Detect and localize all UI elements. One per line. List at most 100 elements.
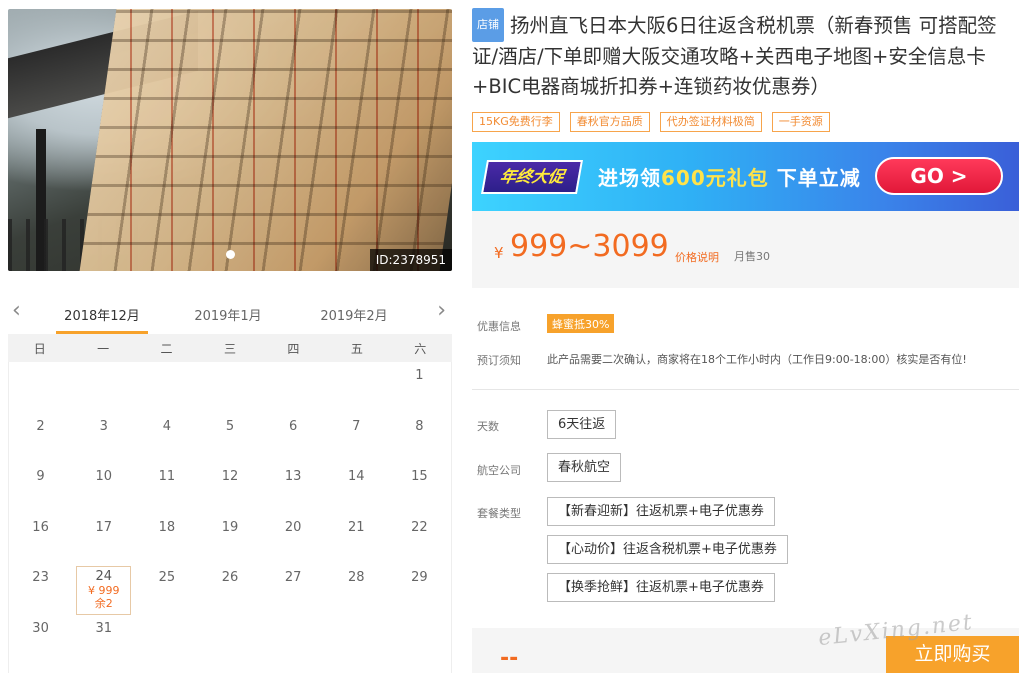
notice-label: 预订须知 bbox=[477, 354, 521, 367]
calendar-day[interactable]: 17 bbox=[72, 514, 135, 565]
weekday-label: 日 bbox=[33, 341, 46, 356]
product-title: 店铺 扬州直飞日本大阪6日往返含税机票（新春预售 可搭配签证/酒店/下单即赠大阪交… bbox=[472, 8, 1017, 102]
calendar-day bbox=[9, 362, 72, 413]
banner-badge: 年终大促 bbox=[481, 160, 583, 194]
day-stock: 余2 bbox=[94, 597, 113, 610]
product-image[interactable]: ID:2378951 bbox=[8, 9, 452, 271]
calendar-day[interactable]: 22 bbox=[388, 514, 451, 565]
day-number: 24 bbox=[95, 569, 112, 584]
days-label: 天数 bbox=[477, 420, 499, 433]
option-package[interactable]: 【心动价】往返含税机票+电子优惠券 bbox=[547, 535, 788, 564]
shop-tag[interactable]: 店铺 bbox=[472, 8, 504, 42]
calendar-day[interactable]: 11 bbox=[135, 463, 198, 514]
tab-month-1[interactable]: 2018年12月 bbox=[56, 305, 148, 334]
calendar-day[interactable]: 21 bbox=[325, 514, 388, 565]
divider bbox=[472, 389, 1019, 390]
calendar-day[interactable]: 31 bbox=[72, 615, 135, 666]
calendar-day[interactable]: 10 bbox=[72, 463, 135, 514]
calendar-day[interactable]: 25 bbox=[135, 564, 198, 615]
banner-message: 进场领600元礼包 下单立减 bbox=[598, 162, 861, 191]
option-package[interactable]: 【新春迎新】往返机票+电子优惠券 bbox=[547, 497, 775, 526]
calendar-day[interactable]: 26 bbox=[198, 564, 261, 615]
calendar-day[interactable]: 20 bbox=[262, 514, 325, 565]
weekday-label: 六 bbox=[414, 341, 427, 356]
weekday-header: 日一二三四五六 bbox=[8, 334, 452, 362]
weekday-label: 五 bbox=[350, 341, 363, 356]
price-value: 999~3099 bbox=[510, 229, 669, 264]
weekday-label: 四 bbox=[287, 341, 300, 356]
prev-month-icon[interactable]: ‹ bbox=[12, 300, 21, 322]
weekday-label: 三 bbox=[223, 341, 236, 356]
calendar-day bbox=[198, 362, 261, 413]
calendar-day[interactable]: 30 bbox=[9, 615, 72, 666]
calendar-day[interactable]: 14 bbox=[325, 463, 388, 514]
calendar-day[interactable]: 18 bbox=[135, 514, 198, 565]
promo-label: 优惠信息 bbox=[477, 320, 521, 333]
option-days[interactable]: 6天往返 bbox=[547, 410, 617, 439]
calendar-day[interactable]: 8 bbox=[388, 413, 451, 464]
calendar-day[interactable]: 28 bbox=[325, 564, 388, 615]
calendar-day[interactable]: 2 bbox=[9, 413, 72, 464]
carousel-dot[interactable] bbox=[225, 250, 235, 259]
feature-tag: 一手资源 bbox=[771, 112, 830, 132]
promo-banner[interactable]: 年终大促 进场领600元礼包 下单立减 GO > bbox=[472, 142, 1019, 211]
banner-msg-post: 下单立减 bbox=[768, 166, 861, 190]
calendar-day[interactable]: 23 bbox=[9, 564, 72, 615]
package-label: 套餐类型 bbox=[477, 507, 521, 520]
airline-label: 航空公司 bbox=[477, 464, 521, 477]
calendar-day[interactable]: 1 bbox=[388, 362, 451, 413]
feature-tags: 15KG免费行李 春秋官方品质 代办签证材料极简 一手资源 bbox=[472, 112, 830, 132]
calendar-day bbox=[262, 615, 325, 666]
banner-msg-pre: 进场领 bbox=[598, 166, 661, 190]
tab-month-3[interactable]: 2019年2月 bbox=[308, 305, 400, 334]
calendar-day bbox=[325, 615, 388, 666]
promo-badge: 蜂蜜抵30% bbox=[547, 314, 615, 333]
banner-go-button[interactable]: GO > bbox=[875, 157, 1003, 195]
product-title-text: 扬州直飞日本大阪6日往返含税机票（新春预售 可搭配签证/酒店/下单即赠大阪交通攻… bbox=[472, 14, 997, 98]
booking-notice: 此产品需要二次确认，商家将在18个工作小时内（工作日9:00-18:00）核实是… bbox=[547, 353, 967, 366]
calendar-header: ‹ 2018年12月 2019年1月 2019年2月 › bbox=[8, 294, 452, 334]
calendar-day-available[interactable]: 24 ¥ 999 余2 bbox=[76, 566, 132, 615]
price-explain-link[interactable]: 价格说明 bbox=[675, 249, 719, 265]
calendar-day bbox=[388, 615, 451, 666]
calendar-day[interactable]: 13 bbox=[262, 463, 325, 514]
calendar-day[interactable]: 15 bbox=[388, 463, 451, 514]
calendar-day[interactable]: 9 bbox=[9, 463, 72, 514]
weekday-label: 二 bbox=[160, 341, 173, 356]
image-strings bbox=[108, 9, 448, 271]
calendar-day bbox=[135, 362, 198, 413]
next-month-icon[interactable]: › bbox=[437, 300, 446, 322]
weekday-label: 一 bbox=[97, 341, 110, 356]
calendar-grid: 1 2 3 4 5 6 7 8 9 10 11 12 13 14 15 16 17 18 19 20 21 22 23 24 ¥… bbox=[8, 362, 452, 673]
price-box: ¥ 999~3099 价格说明 月售30 bbox=[472, 211, 1019, 288]
calendar-day[interactable]: 16 bbox=[9, 514, 72, 565]
option-package[interactable]: 【换季抢鲜】往返机票+电子优惠券 bbox=[547, 573, 775, 602]
date-calendar: ‹ 2018年12月 2019年1月 2019年2月 › 日一二三四五六 123… bbox=[8, 294, 452, 673]
price-currency: ¥ bbox=[494, 244, 504, 262]
calendar-day[interactable]: 4 bbox=[135, 413, 198, 464]
calendar-day[interactable]: 19 bbox=[198, 514, 261, 565]
feature-tag: 15KG免费行李 bbox=[472, 112, 560, 132]
calendar-day bbox=[72, 362, 135, 413]
image-id-badge: ID:2378951 bbox=[369, 249, 452, 271]
calendar-day[interactable]: 3 bbox=[72, 413, 135, 464]
calendar-day[interactable]: 6 bbox=[262, 413, 325, 464]
calendar-day[interactable]: 7 bbox=[325, 413, 388, 464]
feature-tag: 春秋官方品质 bbox=[569, 112, 650, 132]
calendar-day bbox=[135, 615, 198, 666]
monthly-sales: 月售30 bbox=[734, 250, 770, 263]
total-price-placeholder: -- bbox=[500, 646, 519, 671]
day-price: ¥ 999 bbox=[87, 584, 120, 597]
calendar-day bbox=[325, 362, 388, 413]
calendar-day[interactable]: 12 bbox=[198, 463, 261, 514]
option-airline[interactable]: 春秋航空 bbox=[547, 453, 622, 482]
banner-msg-amount: 600元礼包 bbox=[661, 166, 769, 190]
feature-tag: 代办签证材料极简 bbox=[659, 112, 762, 132]
calendar-day bbox=[262, 362, 325, 413]
calendar-day[interactable]: 29 bbox=[388, 564, 451, 615]
calendar-day[interactable]: 27 bbox=[262, 564, 325, 615]
calendar-day[interactable]: 5 bbox=[198, 413, 261, 464]
tab-month-2[interactable]: 2019年1月 bbox=[182, 305, 274, 334]
calendar-day bbox=[198, 615, 261, 666]
product-title-block: 店铺 扬州直飞日本大阪6日往返含税机票（新春预售 可搭配签证/酒店/下单即赠大阪交… bbox=[472, 8, 1017, 102]
